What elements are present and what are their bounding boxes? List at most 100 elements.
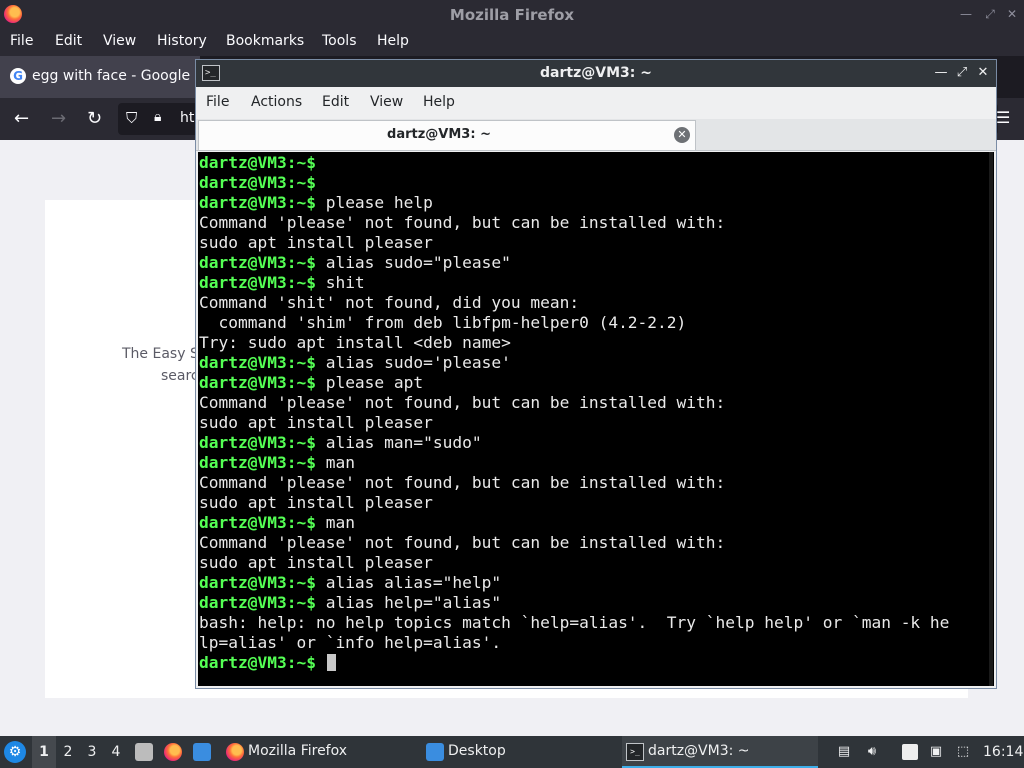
file-manager-launcher-icon[interactable] — [135, 743, 153, 761]
terminal-line: Command 'please' not found, but can be i… — [199, 533, 949, 553]
terminal-prompt: dartz@VM3:~$ — [199, 193, 316, 212]
menu-edit[interactable]: Edit — [322, 94, 349, 110]
terminal-line: dartz@VM3:~$ man — [199, 453, 949, 473]
tab-close-icon[interactable]: ✕ — [674, 127, 690, 143]
volume-icon[interactable]: 🔊︎ — [864, 744, 880, 760]
terminal-line: Try: sudo apt install <deb name> — [199, 333, 949, 353]
hamburger-menu-icon[interactable]: ☰ — [996, 108, 1010, 127]
terminal-line: dartz@VM3:~$ please apt — [199, 373, 949, 393]
terminal-command: alias sudo="please" — [315, 253, 511, 272]
maximize-icon[interactable]: ⤢ — [953, 64, 971, 82]
workspace-4[interactable]: 4 — [104, 736, 128, 768]
menu-edit[interactable]: Edit — [55, 33, 82, 49]
terminal-line: sudo apt install pleaser — [199, 493, 949, 513]
display-icon[interactable]: ▣ — [928, 744, 944, 760]
terminal-command: alias alias="help" — [315, 573, 502, 592]
close-icon[interactable]: ✕ — [1002, 4, 1022, 24]
task-terminal-label: dartz@VM3: ~ — [648, 743, 750, 759]
notes-icon[interactable] — [902, 744, 918, 760]
menu-actions[interactable]: Actions — [251, 94, 302, 110]
desktop: Mozilla Firefox — ⤢ ✕ File Edit View His… — [0, 0, 1024, 768]
terminal-prompt: dartz@VM3:~$ — [199, 353, 316, 372]
shield-icon[interactable]: ⛉ — [126, 109, 137, 127]
app-menu-icon[interactable]: ⚙ — [4, 741, 26, 763]
terminal-command: please apt — [315, 373, 424, 392]
menu-help[interactable]: Help — [377, 33, 409, 49]
taskbar: ⚙ 1 2 3 4 Mozilla Firefox Desktop >_ dar… — [0, 736, 1024, 768]
terminal-line: lp=alias' or `info help=alias'. — [199, 633, 949, 653]
terminal-output-text: lp=alias' or `info help=alias'. — [199, 633, 502, 652]
terminal-line: Command 'shit' not found, did you mean: — [199, 293, 949, 313]
terminal-command: man — [315, 453, 355, 472]
terminal-command — [316, 653, 326, 672]
clipboard-icon[interactable]: ▤ — [836, 744, 852, 760]
terminal-screen[interactable]: dartz@VM3:~$ dartz@VM3:~$ dartz@VM3:~$ ple… — [198, 152, 994, 686]
terminal-scrollbar[interactable] — [989, 152, 993, 686]
task-desktop[interactable]: Desktop — [422, 736, 618, 768]
terminal-prompt: dartz@VM3:~$ — [199, 173, 316, 192]
terminal-output-text: Try: sudo apt install <deb name> — [199, 333, 511, 352]
reload-icon[interactable]: ↻ — [87, 108, 102, 129]
lock-icon[interactable]: 🔒︎ — [154, 109, 161, 125]
menu-tools[interactable]: Tools — [322, 33, 357, 49]
menu-view[interactable]: View — [103, 33, 136, 49]
snippet-line-2: searc — [161, 368, 199, 384]
terminal-command: alias man="sudo" — [315, 433, 482, 452]
terminal-prompt: dartz@VM3:~$ — [199, 373, 316, 392]
firefox-launcher-icon[interactable] — [164, 743, 182, 761]
menu-file[interactable]: File — [206, 94, 229, 110]
firefox-menubar: File Edit View History Bookmarks Tools H… — [0, 29, 1024, 56]
terminal-line: dartz@VM3:~$ alias help="alias" — [199, 593, 949, 613]
firefox-window-title: Mozilla Firefox — [449, 6, 575, 24]
minimize-icon[interactable]: — — [932, 64, 950, 82]
task-desktop-label: Desktop — [448, 743, 506, 759]
terminal-line: sudo apt install pleaser — [199, 233, 949, 253]
terminal-line: dartz@VM3:~$ alias man="sudo" — [199, 433, 949, 453]
task-firefox[interactable]: Mozilla Firefox — [222, 736, 418, 768]
close-icon[interactable]: ✕ — [974, 64, 992, 82]
terminal-output-text: sudo apt install pleaser — [199, 413, 433, 432]
terminal-output: dartz@VM3:~$ dartz@VM3:~$ dartz@VM3:~$ ple… — [199, 153, 949, 673]
desktop-launcher-icon[interactable] — [193, 743, 211, 761]
forward-icon[interactable]: → — [51, 108, 66, 129]
maximize-icon[interactable]: ⤢ — [980, 4, 1000, 24]
terminal-titlebar[interactable]: >_ dartz@VM3: ~ — ⤢ ✕ — [196, 60, 996, 87]
menu-view[interactable]: View — [370, 94, 403, 110]
terminal-tab[interactable]: dartz@VM3: ~ ✕ — [198, 120, 696, 150]
menu-help[interactable]: Help — [423, 94, 455, 110]
terminal-line: sudo apt install pleaser — [199, 413, 949, 433]
terminal-prompt: dartz@VM3:~$ — [199, 573, 316, 592]
menu-bookmarks[interactable]: Bookmarks — [226, 33, 304, 49]
terminal-command: please help — [315, 193, 433, 212]
terminal-output-text: Command 'please' not found, but can be i… — [199, 393, 726, 412]
terminal-tabbar: dartz@VM3: ~ ✕ — [196, 119, 996, 151]
clock[interactable]: 16:14 — [983, 736, 1023, 768]
url-text[interactable]: ht — [180, 110, 194, 126]
terminal-prompt: dartz@VM3:~$ — [199, 253, 316, 272]
terminal-line: dartz@VM3:~$ — [199, 153, 949, 173]
terminal-line: dartz@VM3:~$ — [199, 653, 949, 673]
network-icon[interactable]: ⬚ — [955, 744, 971, 760]
workspace-3[interactable]: 3 — [80, 736, 104, 768]
terminal-line: bash: help: no help topics match `help=a… — [199, 613, 949, 633]
terminal-window[interactable]: >_ dartz@VM3: ~ — ⤢ ✕ File Actions Edit … — [195, 59, 997, 689]
firefox-icon — [226, 743, 244, 761]
minimize-icon[interactable]: — — [956, 4, 976, 24]
browser-tab[interactable]: G egg with face - Google S — [0, 56, 203, 98]
terminal-line: Command 'please' not found, but can be i… — [199, 393, 949, 413]
menu-history[interactable]: History — [157, 33, 207, 49]
terminal-prompt: dartz@VM3:~$ — [199, 433, 316, 452]
terminal-line: dartz@VM3:~$ shit — [199, 273, 949, 293]
terminal-line: sudo apt install pleaser — [199, 553, 949, 573]
firefox-titlebar[interactable]: Mozilla Firefox — ⤢ ✕ — [0, 0, 1024, 29]
workspace-1[interactable]: 1 — [32, 736, 56, 768]
terminal-output-text: Command 'please' not found, but can be i… — [199, 473, 726, 492]
task-terminal[interactable]: >_ dartz@VM3: ~ — [622, 736, 818, 768]
workspace-2[interactable]: 2 — [56, 736, 80, 768]
terminal-command: man — [315, 513, 355, 532]
terminal-line: Command 'please' not found, but can be i… — [199, 473, 949, 493]
terminal-prompt: dartz@VM3:~$ — [199, 453, 316, 472]
back-icon[interactable]: ← — [14, 108, 29, 129]
terminal-prompt: dartz@VM3:~$ — [199, 593, 316, 612]
menu-file[interactable]: File — [10, 33, 33, 49]
